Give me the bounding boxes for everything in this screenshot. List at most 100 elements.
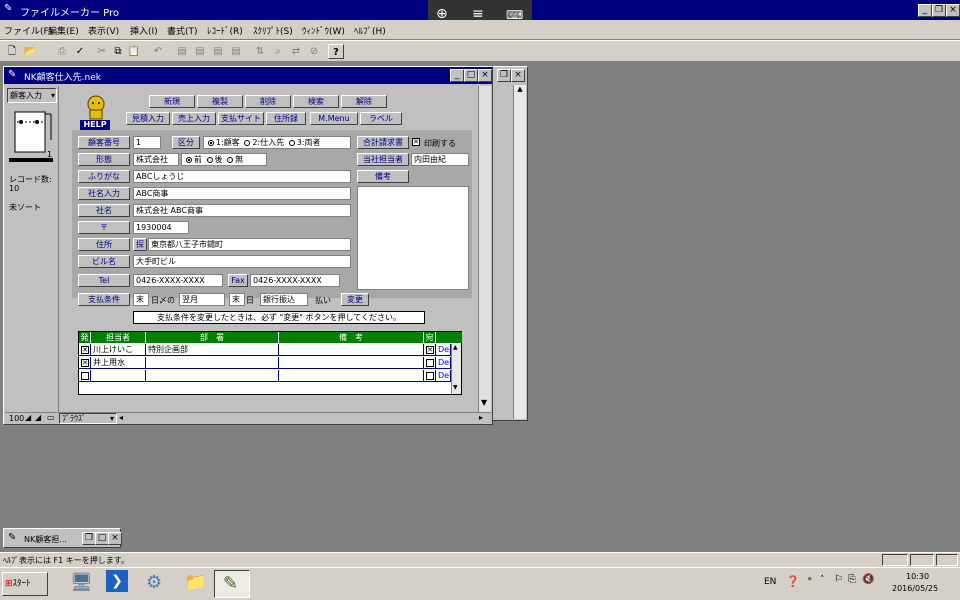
ate-cell[interactable]: ✕ xyxy=(424,344,436,356)
spellcheck-icon[interactable]: ✓ xyxy=(72,44,88,59)
menu-view[interactable]: 表示(V) xyxy=(88,24,119,37)
delete-row-button[interactable]: Del xyxy=(436,344,451,356)
bg-restore-button[interactable]: ❐ xyxy=(497,69,511,82)
fax-field[interactable]: 0426-XXXX-XXXX xyxy=(250,274,340,287)
hatsu-cell[interactable]: ✕ xyxy=(79,344,91,356)
hatsu-checkbox[interactable]: ✕ xyxy=(81,345,89,354)
start-button[interactable]: ⊞ｽﾀｰﾄ xyxy=(2,572,48,596)
ate-checkbox[interactable]: ✕ xyxy=(426,345,434,354)
table-row[interactable]: ✕ 川上けいこ 特別企画部 ✕ Del xyxy=(79,344,451,356)
shamei-field[interactable]: 株式会社 ABC商事 xyxy=(133,204,351,217)
tray-expand-icon[interactable]: ˄ xyxy=(820,575,825,585)
note-cell[interactable] xyxy=(279,357,424,369)
scroll-right-icon[interactable]: ▸ xyxy=(479,413,483,422)
status-toggle-icon[interactable]: ▭ xyxy=(47,413,55,422)
address-field[interactable]: 東京都八王子市鑓町 xyxy=(148,238,351,251)
help-logo[interactable]: HELP xyxy=(80,94,112,130)
address-book-button[interactable]: 住所録 xyxy=(266,112,306,125)
min-restore-button[interactable]: ❐ xyxy=(82,532,96,545)
zoom-level[interactable]: 100 xyxy=(9,414,24,423)
network-icon[interactable]: ⎘ xyxy=(848,574,856,585)
hatsu-checkbox[interactable] xyxy=(81,371,89,380)
clock-time[interactable]: 10:30 xyxy=(906,572,929,581)
doc-close-button[interactable]: × xyxy=(478,69,492,82)
vertical-scrollbar[interactable]: ▼ xyxy=(478,86,491,412)
menu-records[interactable]: ﾚｺｰﾄﾞ(R) xyxy=(207,24,243,37)
paste-icon[interactable]: 📋 xyxy=(126,44,142,59)
copy-icon[interactable]: ⧉ xyxy=(110,44,126,59)
bg-scrollbar[interactable]: ▲ xyxy=(513,85,526,419)
name-cell[interactable]: 川上けいこ xyxy=(91,344,146,356)
pay-day-field[interactable]: 末 xyxy=(229,293,245,306)
hatsu-cell[interactable] xyxy=(79,370,91,382)
table-row[interactable]: ✕ 井上用水 Del xyxy=(79,357,451,369)
label-button[interactable]: ラベル xyxy=(360,112,402,125)
delete-row-button[interactable]: Del xyxy=(436,357,451,369)
main-menu-button[interactable]: M.Menu xyxy=(310,112,358,125)
minimize-button[interactable]: _ xyxy=(918,4,932,17)
record-prev-icon[interactable]: ▤ xyxy=(192,44,208,59)
bg-close-button[interactable]: × xyxy=(511,69,525,82)
min-close-button[interactable]: × xyxy=(108,532,122,545)
ate-checkbox[interactable] xyxy=(426,358,434,367)
customer-no-field[interactable]: 1 xyxy=(133,136,161,149)
kubun-radio-group[interactable]: 1:顧客 2:仕入先 3:両者 xyxy=(203,136,351,149)
replace-icon[interactable]: ⇄ xyxy=(288,44,304,59)
ate-cell[interactable] xyxy=(424,370,436,382)
sales-input-button[interactable]: 売上入力 xyxy=(172,112,216,125)
filemaker-taskbar-button[interactable]: ✎ xyxy=(214,570,250,598)
hatsu-checkbox[interactable]: ✕ xyxy=(81,358,89,367)
record-last-icon[interactable]: ▤ xyxy=(228,44,244,59)
help-icon[interactable]: ? xyxy=(328,44,344,59)
delete-button[interactable]: 削除 xyxy=(245,95,291,108)
ime-icon[interactable]: ⚬ xyxy=(806,575,814,585)
estimate-input-button[interactable]: 見積入力 xyxy=(126,112,170,125)
zip-field[interactable]: 1930004 xyxy=(133,221,189,234)
ate-checkbox[interactable] xyxy=(426,371,434,380)
zoom-in-icon[interactable]: ◢ xyxy=(35,413,41,422)
print-icon[interactable]: ⎙ xyxy=(54,44,70,59)
tanto-field[interactable]: 内田由紀 xyxy=(411,153,469,166)
doc-maximize-button[interactable]: □ xyxy=(464,69,478,82)
close-button[interactable]: × xyxy=(946,4,960,17)
record-first-icon[interactable]: ▤ xyxy=(174,44,190,59)
name-cell[interactable] xyxy=(91,370,146,382)
language-indicator[interactable]: EN xyxy=(764,577,776,587)
omit-icon[interactable]: ⊘ xyxy=(306,44,322,59)
scroll-up-icon[interactable]: ▲ xyxy=(514,85,526,93)
keitai-field[interactable]: 株式会社 xyxy=(133,153,179,166)
volume-icon[interactable]: 🔇 xyxy=(862,574,874,585)
keitai-pos-radio-1[interactable] xyxy=(186,156,192,163)
new-record-button[interactable]: 新規 xyxy=(149,95,195,108)
zoom-out-icon[interactable]: ◢ xyxy=(25,413,31,422)
find-icon[interactable]: ⌕ xyxy=(270,44,286,59)
dept-cell[interactable] xyxy=(146,370,279,382)
ate-cell[interactable] xyxy=(424,357,436,369)
shamei-input-field[interactable]: ABC商事 xyxy=(133,187,351,200)
menu-window[interactable]: ｳｨﾝﾄﾞｳ(W) xyxy=(302,24,345,37)
keitai-pos-radio-group[interactable]: 前 後 無 xyxy=(181,153,267,166)
portal-scroll-down-icon[interactable]: ▼ xyxy=(453,384,458,391)
flag-icon[interactable]: ⚐ xyxy=(834,574,843,585)
tel-field[interactable]: 0426-XXXX-XXXX xyxy=(133,274,223,287)
note-cell[interactable] xyxy=(279,344,424,356)
open-folder-icon[interactable]: 📂 xyxy=(22,44,38,59)
undo-icon[interactable]: ↶ xyxy=(150,44,166,59)
help-circle-icon[interactable]: ❓ xyxy=(786,575,800,588)
dept-cell[interactable] xyxy=(146,357,279,369)
kubun-radio-3[interactable] xyxy=(288,139,295,146)
address-search-button[interactable]: 探 xyxy=(133,238,147,251)
delete-row-button[interactable]: Del xyxy=(436,370,451,382)
scroll-down-icon[interactable]: ▼ xyxy=(481,398,487,407)
minimized-window[interactable]: ✎ NK顧客担... ❐ □ × xyxy=(3,528,122,548)
mode-popup[interactable]: ﾌﾞﾗｳｽﾞ ▾ xyxy=(59,413,117,424)
dept-cell[interactable]: 特別企画部 xyxy=(146,344,279,356)
table-row[interactable]: Del xyxy=(79,370,451,382)
pay-close-field[interactable]: 末 xyxy=(133,293,149,306)
restore-button[interactable]: ❐ xyxy=(932,4,946,17)
name-cell[interactable]: 井上用水 xyxy=(91,357,146,369)
pay-method-field[interactable]: 銀行振込 xyxy=(260,293,308,306)
keitai-pos-radio-3[interactable] xyxy=(227,156,234,163)
layout-popup[interactable]: 顧客入力 ▾ xyxy=(7,88,57,103)
building-field[interactable]: 大手町ビル xyxy=(133,255,351,268)
